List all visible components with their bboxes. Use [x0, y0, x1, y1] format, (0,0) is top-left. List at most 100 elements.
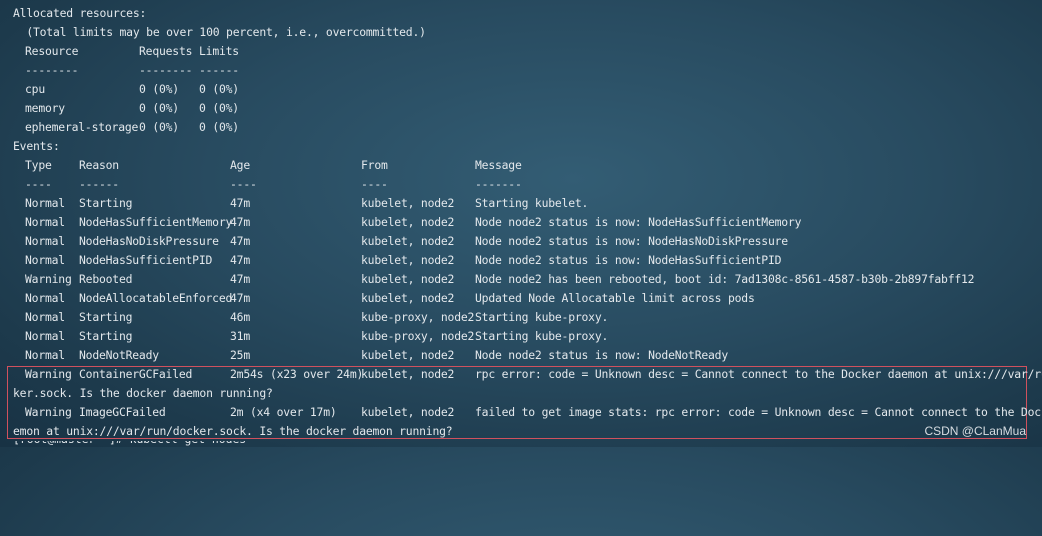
event-row: Normal Starting 46m kube-proxy, node2 St… — [13, 308, 1023, 327]
event-message-wrap: ker.sock. Is the docker daemon running? — [13, 386, 273, 400]
event-age: 47m — [230, 253, 250, 267]
terminal-window[interactable]: Allocated resources: (Total limits may b… — [0, 0, 1042, 447]
event-reason: ContainerGCFailed — [79, 367, 193, 381]
event-type: Normal — [25, 329, 65, 343]
event-message: Starting kubelet. — [475, 196, 589, 210]
event-row: Normal NodeHasSufficientPID 47m kubelet,… — [13, 251, 1023, 270]
event-row: Warning Rebooted 47m kubelet, node2 Node… — [13, 270, 1023, 289]
event-row: Normal Starting 31m kube-proxy, node2 St… — [13, 327, 1023, 346]
event-from: kubelet, node2 — [361, 367, 455, 381]
column-header-from: From — [361, 158, 388, 172]
event-from: kubelet, node2 — [361, 215, 455, 229]
event-reason: Starting — [79, 310, 133, 324]
event-age: 47m — [230, 291, 250, 305]
event-type: Normal — [25, 310, 65, 324]
csdn-watermark: CSDN @CLanMua — [924, 424, 1026, 438]
event-message: Node node2 status is now: NodeNotReady — [475, 348, 728, 362]
event-type: Normal — [25, 348, 65, 362]
event-message: Starting kube-proxy. — [475, 310, 609, 324]
event-from: kubelet, node2 — [361, 291, 455, 305]
event-type: Normal — [25, 253, 65, 267]
resource-requests: 0 (0%) — [139, 120, 179, 134]
event-type: Normal — [25, 196, 65, 210]
event-from: kubelet, node2 — [361, 253, 455, 267]
event-message-wrap: emon at unix:///var/run/docker.sock. Is … — [13, 424, 453, 438]
event-row: Normal NodeHasNoDiskPressure 47m kubelet… — [13, 232, 1023, 251]
next-prompt-line-partial: [root@master ~]# kubectl get nodes — [13, 441, 313, 449]
event-row: Normal NodeHasSufficientMemory 47m kubel… — [13, 213, 1023, 232]
event-reason: Starting — [79, 329, 133, 343]
resource-name: ephemeral-storage — [25, 120, 139, 134]
resource-limits: 0 (0%) — [199, 101, 239, 115]
event-from: kube-proxy, node2 — [361, 310, 475, 324]
events-header: Events: — [13, 139, 60, 153]
event-type: Warning — [25, 405, 72, 419]
event-reason: NodeHasSufficientMemory — [79, 215, 233, 229]
resource-row: ephemeral-storage 0 (0%) 0 (0%) — [13, 118, 1013, 137]
event-message: Node node2 status is now: NodeHasSuffici… — [475, 215, 802, 229]
dashes: -------- — [25, 63, 79, 77]
allocated-header: Allocated resources: — [13, 6, 147, 20]
event-reason: ImageGCFailed — [79, 405, 166, 419]
events-dashes-row: ---- ------ ---- ---- ------- — [13, 175, 1023, 194]
column-header-type: Type — [25, 158, 52, 172]
event-reason: NodeHasNoDiskPressure — [79, 234, 219, 248]
event-age: 2m54s (x23 over 24m) — [230, 367, 364, 381]
dashes: ------ — [199, 63, 239, 77]
event-row-error: Warning ContainerGCFailed 2m54s (x23 ove… — [13, 365, 1042, 384]
event-from: kubelet, node2 — [361, 234, 455, 248]
event-message: Updated Node Allocatable limit across po… — [475, 291, 755, 305]
allocated-dashes-row: -------- -------- ------ — [13, 61, 1013, 80]
event-type: Warning — [25, 272, 72, 286]
event-type: Normal — [25, 291, 65, 305]
dashes: ------ — [79, 177, 119, 191]
event-row-error: Warning ImageGCFailed 2m (x4 over 17m) k… — [13, 403, 1042, 422]
event-age: 47m — [230, 196, 250, 210]
resource-name: memory — [25, 101, 65, 115]
event-message: failed to get image stats: rpc error: co… — [475, 405, 1042, 419]
column-header-reason: Reason — [79, 158, 119, 172]
resource-row: memory 0 (0%) 0 (0%) — [13, 99, 1013, 118]
event-message: Node node2 has been rebooted, boot id: 7… — [475, 272, 975, 286]
resource-name: cpu — [25, 82, 45, 96]
event-from: kube-proxy, node2 — [361, 329, 475, 343]
event-row: Normal NodeNotReady 25m kubelet, node2 N… — [13, 346, 1023, 365]
event-type: Normal — [25, 215, 65, 229]
resource-row: cpu 0 (0%) 0 (0%) — [13, 80, 1013, 99]
dashes: ---- — [230, 177, 257, 191]
event-from: kubelet, node2 — [361, 272, 455, 286]
event-reason: NodeNotReady — [79, 348, 159, 362]
event-age: 31m — [230, 329, 250, 343]
event-message: rpc error: code = Unknown desc = Cannot … — [475, 367, 1042, 381]
event-reason: NodeAllocatableEnforced — [79, 291, 233, 305]
allocated-columns-row: Resource Requests Limits — [13, 42, 1013, 61]
column-header-message: Message — [475, 158, 522, 172]
event-age: 25m — [230, 348, 250, 362]
event-age: 2m (x4 over 17m) — [230, 405, 337, 419]
event-reason: NodeHasSufficientPID — [79, 253, 213, 267]
event-type: Warning — [25, 367, 72, 381]
event-row: Normal NodeAllocatableEnforced 47m kubel… — [13, 289, 1023, 308]
resource-limits: 0 (0%) — [199, 120, 239, 134]
event-message: Starting kube-proxy. — [475, 329, 609, 343]
event-type: Normal — [25, 234, 65, 248]
event-reason: Rebooted — [79, 272, 133, 286]
column-header-age: Age — [230, 158, 250, 172]
resource-limits: 0 (0%) — [199, 82, 239, 96]
dashes: -------- — [139, 63, 193, 77]
event-message: Node node2 status is now: NodeHasSuffici… — [475, 253, 782, 267]
event-from: kubelet, node2 — [361, 405, 455, 419]
column-header-limits: Limits — [199, 44, 239, 58]
column-header-resource: Resource — [25, 44, 79, 58]
event-reason: Starting — [79, 196, 133, 210]
event-age: 47m — [230, 215, 250, 229]
dashes: ------- — [475, 177, 522, 191]
events-columns-row: Type Reason Age From Message — [13, 156, 1023, 175]
event-age: 46m — [230, 310, 250, 324]
column-header-requests: Requests — [139, 44, 193, 58]
dashes: ---- — [361, 177, 388, 191]
resource-requests: 0 (0%) — [139, 101, 179, 115]
event-from: kubelet, node2 — [361, 196, 455, 210]
event-row: Normal Starting 47m kubelet, node2 Start… — [13, 194, 1023, 213]
event-from: kubelet, node2 — [361, 348, 455, 362]
